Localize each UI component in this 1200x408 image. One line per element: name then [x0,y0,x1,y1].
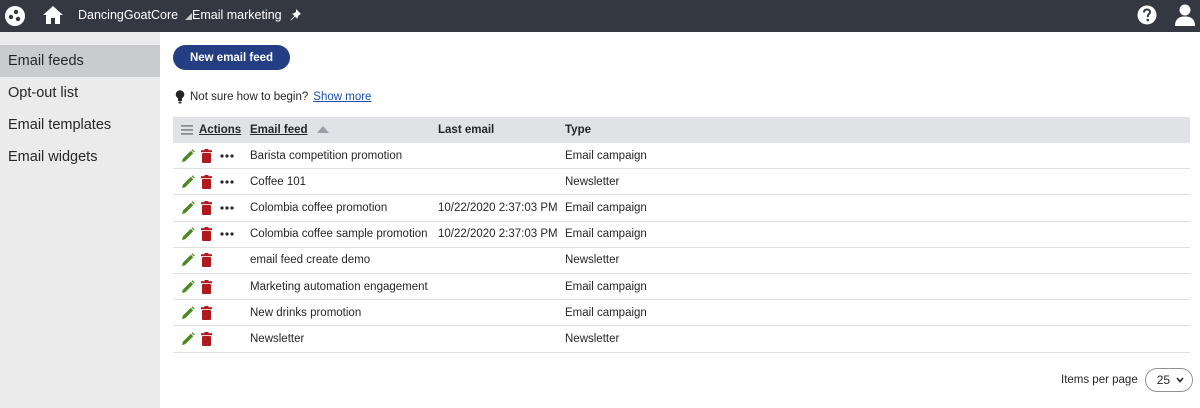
edit-icon[interactable] [181,253,195,267]
edit-icon[interactable] [181,279,195,294]
bulb-icon [175,90,185,104]
list-icon[interactable] [181,125,193,135]
table-row: New drinks promotion Email campaign [173,300,1190,327]
delete-icon[interactable] [201,174,212,189]
app-icon[interactable] [4,5,26,27]
email-feed-cell[interactable]: Coffee 101 [250,176,438,188]
last-email-cell: 10/22/2020 2:37:03 PM [438,201,558,214]
items-per-page-select[interactable]: 25 [1144,368,1193,392]
site-selector[interactable]: DancingGoatCore [78,8,193,22]
sidebar: Email feeds Opt-out list Email templates… [0,32,160,408]
type-cell: Newsletter [565,254,620,267]
home-icon[interactable] [42,4,64,26]
delete-icon[interactable] [201,305,212,320]
row-actions [173,148,250,163]
user-icon[interactable] [1175,4,1195,26]
hint: Not sure how to begin? Show more [175,90,371,104]
sidebar-item-email-widgets[interactable]: Email widgets [0,141,160,173]
edit-icon[interactable] [181,174,195,189]
sort-ascending-icon [316,126,329,133]
more-icon[interactable] [220,153,234,158]
last-email-header: Last email [438,124,495,136]
table-header: Actions Email feed Last email Type [173,117,1190,143]
row-actions [173,253,250,268]
email-feed-cell[interactable]: Barista competition promotion [250,150,438,162]
email-feed-sort-link[interactable]: Email feed [250,124,308,136]
items-per-page-label: Items per page [1061,374,1138,386]
actions-header: Actions [173,124,250,136]
site-name: DancingGoatCore [78,8,179,22]
pin-icon[interactable] [290,9,301,21]
actions-header-label: Actions [199,124,242,136]
type-cell: Email campaign [565,228,647,241]
type-cell: Email campaign [565,201,647,214]
new-email-feed-button[interactable]: New email feed [173,45,290,70]
email-feed-cell[interactable]: Newsletter [250,333,438,345]
edit-icon[interactable] [181,332,195,346]
more-icon[interactable] [220,180,234,184]
edit-icon[interactable] [181,201,195,215]
delete-icon[interactable] [201,200,212,215]
email-feed-cell[interactable]: Marketing automation engagement [250,281,438,293]
table-row: Newsletter Newsletter [173,326,1190,353]
row-actions [173,331,250,346]
edit-icon[interactable] [181,227,195,241]
table-body: Barista competition promotion Email campa… [173,143,1190,353]
sidebar-item-email-templates[interactable]: Email templates [0,109,160,141]
delete-icon[interactable] [201,148,212,163]
email-feeds-table: Actions Email feed Last email Type Baris… [173,117,1190,353]
table-row: Marketing automation engagement Email cam… [173,274,1190,301]
delete-icon[interactable] [201,331,212,346]
type-header: Type [565,124,591,136]
table-row: Barista competition promotion Email campa… [173,143,1190,170]
edit-icon[interactable] [181,305,195,320]
main-content: New email feed Not sure how to begin? Sh… [160,32,1200,408]
type-cell: Email campaign [565,306,647,319]
hint-text: Not sure how to begin? [190,91,309,103]
more-icon[interactable] [220,232,234,236]
table-row: Colombia coffee promotion 10/22/2020 2:37… [173,195,1190,222]
help-icon[interactable] [1137,5,1157,25]
table-row: Colombia coffee sample promotion 10/22/20… [173,222,1190,248]
row-actions [173,200,250,215]
table-row: Coffee 101 Newsletter [173,169,1190,196]
row-actions [173,279,250,294]
top-bar: DancingGoatCore Email marketing [0,0,1200,32]
app-title: Email marketing [192,8,301,22]
delete-icon[interactable] [201,227,212,242]
edit-icon[interactable] [181,148,195,163]
email-feed-cell[interactable]: Colombia coffee promotion [250,202,438,214]
delete-icon[interactable] [201,279,212,294]
chevron-down-icon [1176,377,1184,383]
email-feed-cell[interactable]: New drinks promotion [250,307,438,319]
type-cell: Email campaign [565,280,647,293]
pager: Items per page 25 [1061,368,1193,392]
sidebar-item-email-feeds[interactable]: Email feeds [0,45,160,77]
sidebar-item-opt-out-list[interactable]: Opt-out list [0,77,160,109]
last-email-cell: 10/22/2020 2:37:03 PM [438,228,558,241]
items-per-page-value: 25 [1156,373,1171,387]
caret-icon [185,13,193,20]
email-feed-cell[interactable]: email feed create demo [250,254,438,266]
type-cell: Newsletter [565,175,620,188]
show-more-link[interactable]: Show more [313,91,371,103]
delete-icon[interactable] [201,253,212,268]
type-cell: Newsletter [565,332,620,345]
more-icon[interactable] [220,206,234,210]
row-actions [173,227,250,242]
row-actions [173,305,250,320]
app-name: Email marketing [192,8,282,22]
table-row: email feed create demo Newsletter [173,248,1190,274]
type-cell: Email campaign [565,149,647,162]
row-actions [173,174,250,189]
email-feed-cell[interactable]: Colombia coffee sample promotion [250,228,438,240]
email-feed-header[interactable]: Email feed [250,124,438,136]
